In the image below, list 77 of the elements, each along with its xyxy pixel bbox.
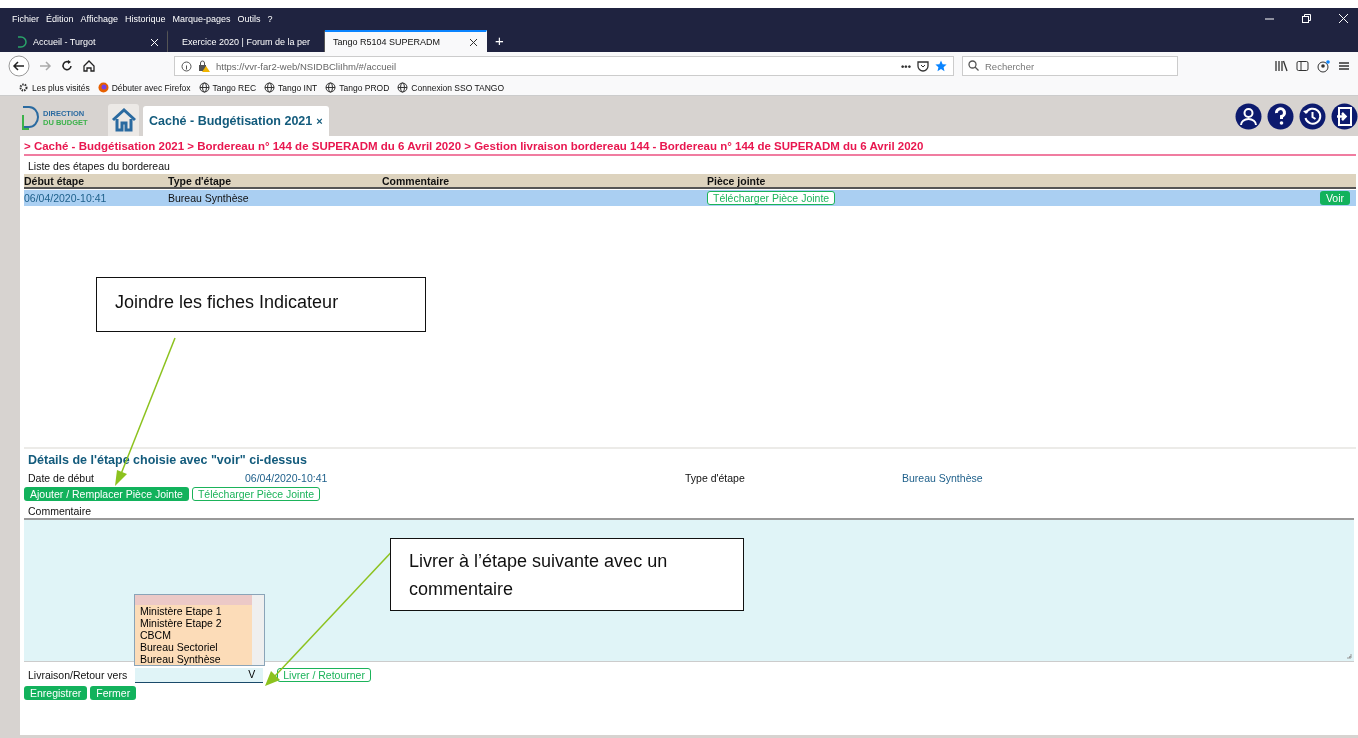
column-header: Pièce jointe	[707, 174, 767, 187]
menu-item[interactable]: Affichage	[80, 14, 118, 24]
tab-close-button[interactable]: ×	[316, 115, 323, 127]
column-header: Type d'étape	[168, 174, 232, 187]
bookmark-item[interactable]: Débuter avec Firefox	[97, 82, 191, 93]
user-icon[interactable]	[1235, 103, 1262, 130]
home-icon[interactable]	[82, 59, 96, 73]
section-label: Liste des étapes du bordereau	[27, 159, 171, 174]
bookmark-item[interactable]: Tango REC	[198, 82, 256, 93]
delivery-select[interactable]: V	[135, 667, 264, 683]
firefox-icon	[97, 82, 109, 93]
home-icon	[110, 108, 137, 132]
dropdown-list[interactable]: Ministère Etape 1 Ministère Etape 2 CBCM Bureau Sectoriel Bureau Synthèse	[134, 594, 265, 666]
field-value: 06/04/2020-10:41	[245, 472, 329, 484]
logo-icon	[20, 105, 40, 131]
tab-title: Caché - Budgétisation 2021	[149, 114, 313, 128]
field-label: Livraison/Retour vers	[28, 669, 128, 681]
address-bar[interactable]: https://vvr-far2-web/NSIDBCliIhm/#/accueil •••	[174, 56, 954, 76]
field-label: Commentaire	[27, 504, 93, 518]
menu-item[interactable]: ?	[267, 14, 273, 24]
bookmark-item[interactable]: Connexion SSO TANGO	[397, 82, 505, 93]
more-button[interactable]: •••	[901, 60, 911, 72]
column-header: Début étape	[24, 174, 86, 187]
dropdown-option[interactable]: Bureau Sectoriel	[135, 641, 252, 653]
menu-item[interactable]: Marque-pages	[172, 14, 231, 24]
breadcrumb: > Caché - Budgétisation 2021 > Bordereau n° 144 de SUPERADM du 6 Avril 2020 > Gestion livraison bordereau 144 - Bordereau n° 144 de SUPERADM du 6 Avril 2020	[24, 140, 1356, 156]
sidebar-icon[interactable]	[1296, 60, 1309, 72]
account-icon[interactable]	[1317, 59, 1330, 73]
menu-item[interactable]: Fichier	[12, 14, 39, 24]
url-text: https://vvr-far2-web/NSIDBCliIhm/#/accueil	[216, 60, 398, 72]
globe-icon	[198, 82, 210, 93]
back-icon[interactable]	[8, 55, 30, 77]
callout-box: Joindre les fiches Indicateur	[96, 277, 426, 332]
menu-item[interactable]: Édition	[46, 14, 74, 24]
info-icon	[181, 60, 192, 72]
table-cell-text: Bureau Synthèse	[168, 192, 250, 204]
tab-title: Accueil - Turgot	[33, 37, 97, 47]
search-field[interactable]: Rechercher	[962, 56, 1178, 76]
logout-icon[interactable]	[1331, 103, 1358, 130]
bookmark-item[interactable]: Tango INT	[264, 82, 318, 93]
history-icon[interactable]	[1299, 103, 1326, 130]
dropdown-option[interactable]: Ministère Etape 2	[135, 617, 252, 629]
field-label: Type d'étape	[685, 472, 746, 484]
bookmark-item[interactable]: Tango PROD	[325, 82, 390, 93]
pocket-icon	[917, 60, 929, 72]
new-tab-button[interactable]: +	[487, 30, 512, 52]
scrollbar[interactable]	[252, 595, 264, 665]
help-icon[interactable]	[1267, 103, 1294, 130]
dropdown-option[interactable]: Ministère Etape 1	[135, 605, 252, 617]
bookmark-item[interactable]: Les plus visités	[18, 82, 90, 93]
gear-icon	[18, 82, 29, 93]
app-tab[interactable]: Caché - Budgétisation 2021 ×	[143, 106, 329, 136]
logo-icon	[16, 36, 27, 48]
reload-icon[interactable]	[60, 59, 74, 73]
browser-tab[interactable]: Tango R5104 SUPERADM	[325, 30, 487, 52]
search-icon	[968, 60, 979, 71]
tab-title: Exercice 2020 | Forum de la per	[182, 37, 310, 47]
field-label: Date de début	[28, 472, 95, 484]
menu-item[interactable]: Historique	[124, 14, 166, 24]
lock-warning-icon	[198, 60, 210, 72]
tab-title: Tango R5104 SUPERADM	[333, 37, 442, 47]
home-tab[interactable]	[108, 104, 139, 136]
dropdown-option[interactable]: CBCM	[135, 629, 252, 641]
menu-item[interactable]: Outils	[237, 14, 261, 24]
star-icon[interactable]	[935, 60, 947, 72]
menu-icon[interactable]	[1338, 60, 1350, 72]
globe-icon	[264, 82, 275, 93]
globe-icon	[325, 82, 337, 93]
close-icon[interactable]	[469, 37, 478, 47]
callout-box: Livrer à l’étape suivante avec un commentaire	[390, 538, 744, 611]
table-cell-text: 06/04/2020-10:41	[24, 192, 108, 204]
resize-grip-icon[interactable]	[1346, 653, 1352, 659]
column-header: Commentaire	[382, 174, 451, 187]
dropdown-option[interactable]: Bureau Synthèse	[135, 653, 252, 665]
globe-icon	[397, 82, 409, 93]
field-value: Bureau Synthèse	[902, 472, 984, 484]
library-icon[interactable]	[1275, 60, 1288, 72]
